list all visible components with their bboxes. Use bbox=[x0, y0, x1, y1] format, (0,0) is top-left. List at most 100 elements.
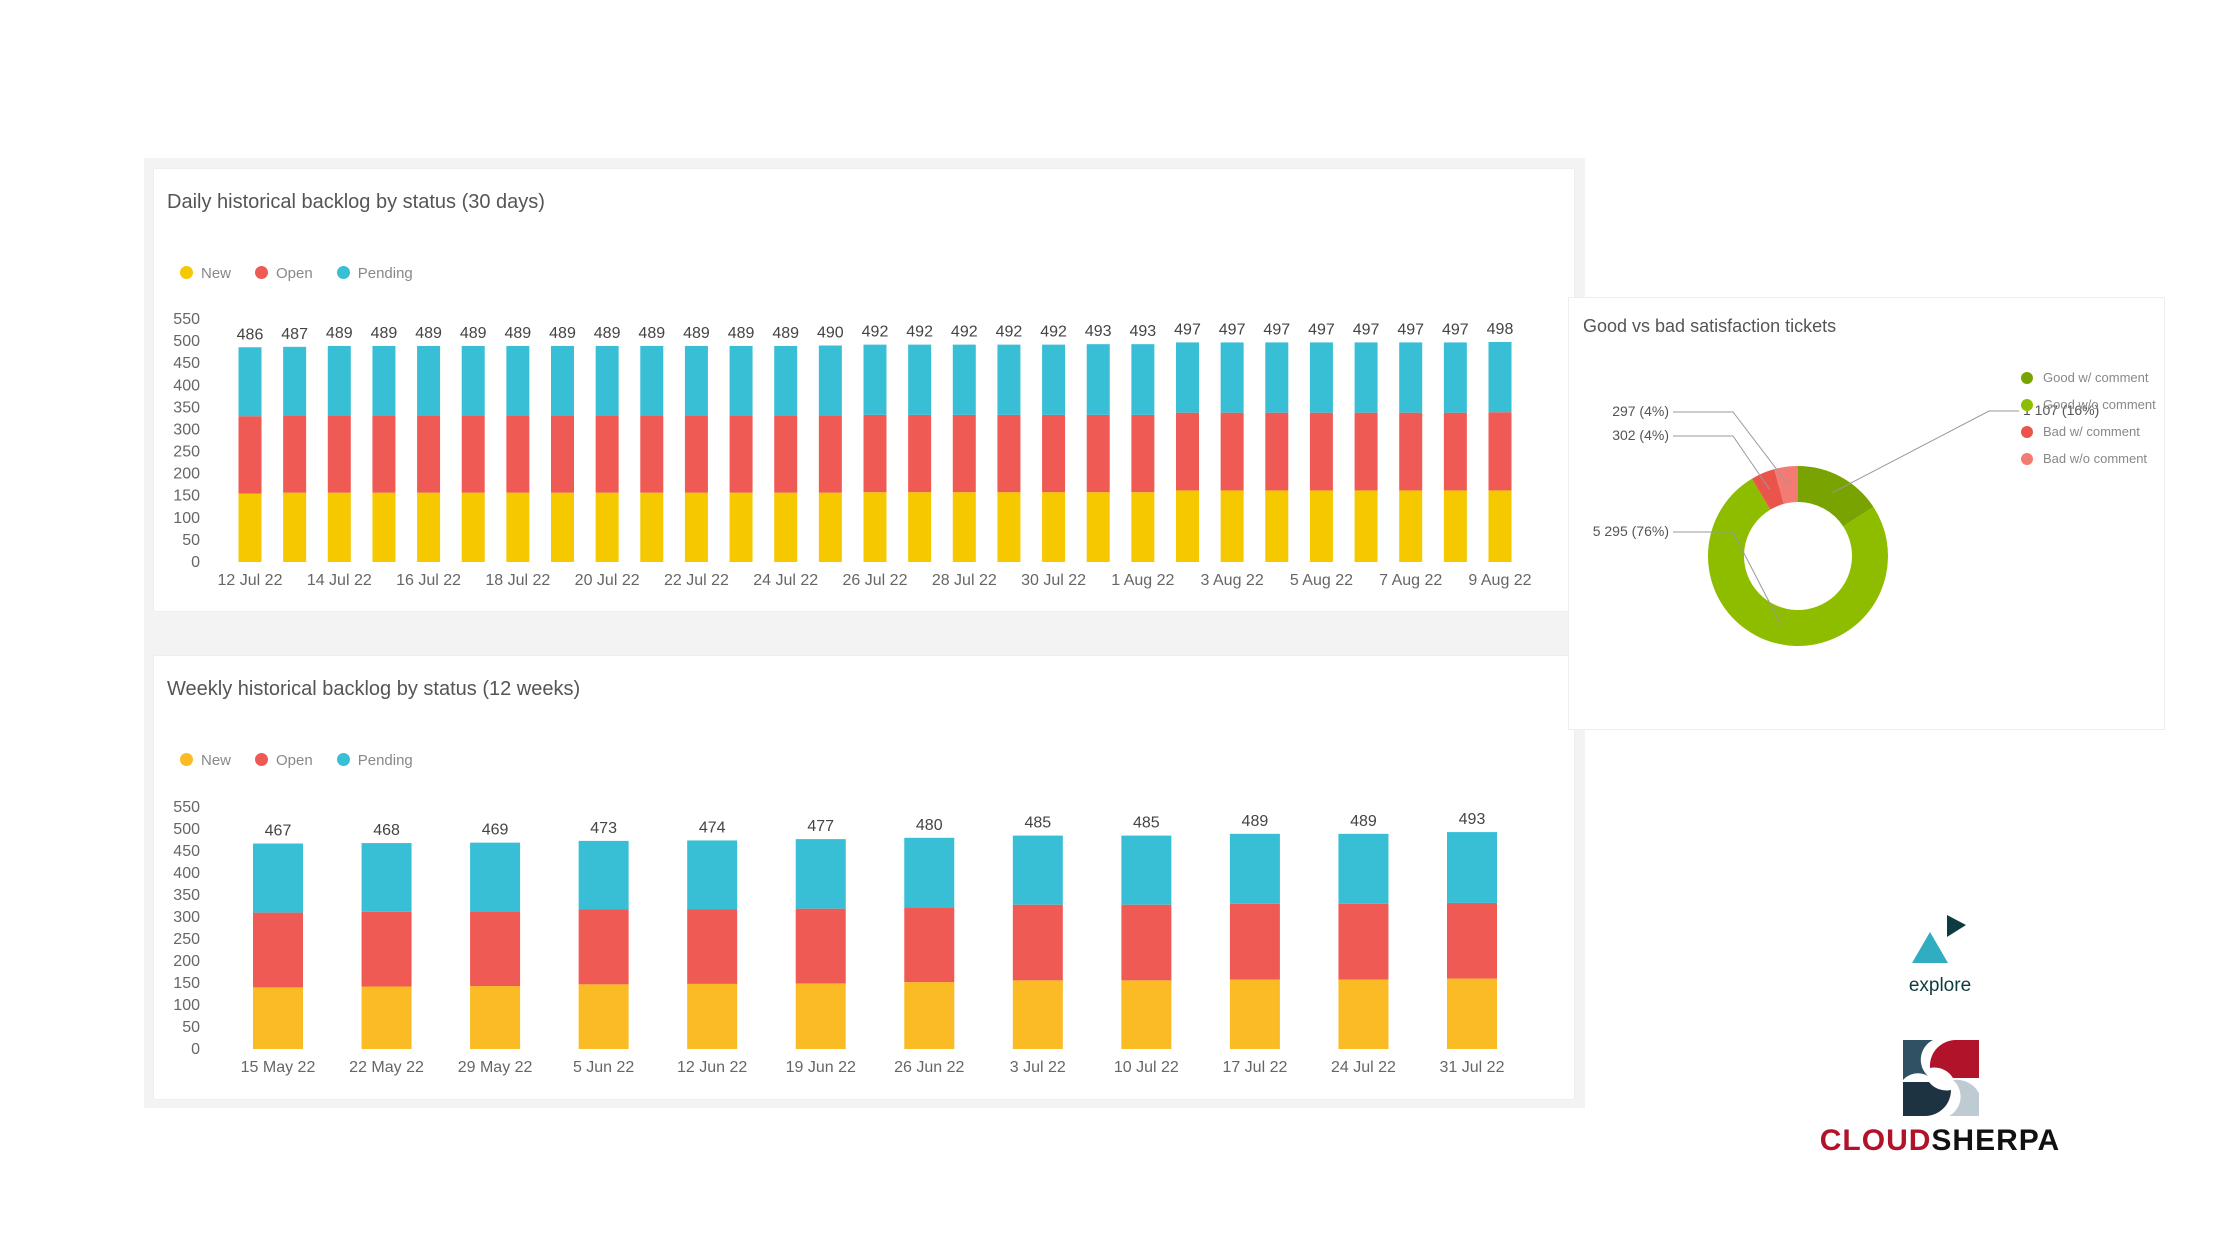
slice-label: 297 (4%) bbox=[1612, 403, 1669, 419]
y-tick-label: 400 bbox=[173, 377, 200, 394]
bar-segment-pending bbox=[417, 345, 441, 416]
bar-total-label: 497 bbox=[1174, 321, 1201, 338]
bar-total-label: 474 bbox=[699, 819, 726, 836]
leader-line bbox=[1832, 410, 2019, 494]
bar-total-label: 468 bbox=[373, 822, 400, 839]
y-tick-label: 150 bbox=[173, 488, 200, 505]
bar-segment-pending bbox=[687, 840, 738, 910]
bar-segment-new bbox=[1309, 490, 1333, 562]
bar-segment-new bbox=[1229, 979, 1280, 1049]
x-tick-label: 31 Jul 22 bbox=[1440, 1059, 1505, 1076]
bar-segment-new bbox=[361, 986, 412, 1049]
x-tick-label: 22 Jul 22 bbox=[664, 572, 729, 589]
bar-segment-pending bbox=[361, 843, 412, 912]
bar-segment-open bbox=[1042, 414, 1066, 493]
weekly-backlog-chart: 0 50 100 150 200 250 300 350 400 450 500 550 467 15 M… bbox=[173, 799, 1505, 1076]
bar-segment-new bbox=[863, 492, 887, 562]
explore-logo: explore bbox=[1890, 910, 1990, 1000]
x-tick-label: 24 Jul 22 bbox=[1331, 1059, 1396, 1076]
bar-segment-new bbox=[904, 982, 955, 1049]
bar-segment-pending bbox=[238, 347, 262, 417]
cloudsherpa-logo-icon bbox=[1903, 1040, 1979, 1116]
bar-total-label: 480 bbox=[916, 817, 943, 834]
bar-segment-pending bbox=[1338, 833, 1389, 904]
dot-icon bbox=[2021, 398, 2033, 411]
bar-segment-new bbox=[1338, 979, 1389, 1049]
bar-segment-pending bbox=[1447, 832, 1497, 903]
weekly-backlog-card: Weekly historical backlog by status (12 … bbox=[153, 655, 1575, 1100]
bar-total-label: 489 bbox=[728, 325, 755, 342]
bar-segment-new bbox=[551, 492, 574, 562]
bar-segment-pending bbox=[1309, 342, 1333, 413]
bar-segment-new bbox=[578, 984, 629, 1049]
y-tick-label: 500 bbox=[173, 821, 200, 838]
bar-segment-open bbox=[1443, 412, 1467, 491]
bar-total-label: 489 bbox=[415, 325, 442, 342]
bar-segment-open bbox=[1265, 412, 1289, 491]
x-tick-label: 16 Jul 22 bbox=[396, 572, 461, 589]
legend-good-without-comment[interactable]: Good w/o comment bbox=[2021, 391, 2156, 418]
bar-segment-pending bbox=[774, 345, 798, 416]
bar-segment-pending bbox=[640, 345, 664, 416]
bar-segment-pending bbox=[1176, 342, 1199, 413]
x-tick-label: 15 May 22 bbox=[241, 1059, 316, 1076]
x-tick-label: 28 Jul 22 bbox=[932, 572, 997, 589]
bar-segment-pending bbox=[818, 345, 842, 416]
bar-segment-pending bbox=[1488, 341, 1512, 413]
bar-segment-new bbox=[506, 492, 530, 562]
bar-segment-open bbox=[506, 415, 530, 493]
y-tick-label: 100 bbox=[173, 510, 200, 527]
satisfaction-donut-chart: 1 107 (16%)5 295 (76%)302 (4%)297 (4%) bbox=[1593, 402, 2099, 646]
bar-segment-pending bbox=[1086, 344, 1110, 415]
x-tick-label: 10 Jul 22 bbox=[1114, 1059, 1179, 1076]
bar-segment-pending bbox=[1354, 342, 1378, 413]
bar-segment-pending bbox=[253, 843, 303, 913]
slice-label: 5 295 (76%) bbox=[1593, 523, 1669, 539]
bar-segment-open bbox=[1354, 412, 1378, 491]
x-tick-label: 3 Jul 22 bbox=[1010, 1059, 1066, 1076]
x-tick-label: 12 Jul 22 bbox=[218, 572, 283, 589]
bar-segment-pending bbox=[506, 345, 530, 416]
bar-total-label: 485 bbox=[1024, 815, 1051, 832]
bar-total-label: 492 bbox=[951, 324, 978, 341]
bar-segment-new bbox=[774, 492, 798, 562]
bar-segment-new bbox=[908, 492, 932, 562]
bar-segment-pending bbox=[729, 345, 753, 416]
explore-logo-text: explore bbox=[1908, 975, 1972, 996]
bar-segment-new bbox=[238, 493, 262, 562]
bar-segment-new bbox=[470, 986, 521, 1049]
bar-segment-pending bbox=[461, 345, 485, 416]
bar-segment-open bbox=[578, 909, 629, 985]
bar-segment-open bbox=[774, 415, 798, 493]
bar-segment-pending bbox=[795, 839, 846, 909]
bar-segment-new bbox=[1086, 492, 1110, 562]
bar-segment-open bbox=[818, 415, 842, 493]
bar-segment-pending bbox=[1012, 835, 1063, 905]
dot-icon bbox=[2021, 371, 2033, 384]
bar-total-label: 493 bbox=[1130, 323, 1157, 340]
bar-segment-open bbox=[417, 415, 441, 493]
bar-segment-open bbox=[327, 415, 351, 493]
bar-segment-pending bbox=[1131, 344, 1155, 415]
x-tick-label: 14 Jul 22 bbox=[307, 572, 372, 589]
x-tick-label: 24 Jul 22 bbox=[753, 572, 818, 589]
bar-total-label: 492 bbox=[996, 324, 1023, 341]
bar-total-label: 492 bbox=[906, 324, 933, 341]
x-tick-label: 18 Jul 22 bbox=[485, 572, 550, 589]
bar-total-label: 489 bbox=[460, 325, 487, 342]
legend-bad-without-comment[interactable]: Bad w/o comment bbox=[2021, 445, 2156, 472]
bar-segment-pending bbox=[1220, 342, 1244, 413]
bar-segment-open bbox=[361, 911, 412, 987]
daily-backlog-card: Daily historical backlog by status (30 d… bbox=[153, 168, 1575, 612]
daily-backlog-chart: 0 50 100 150 200 250 300 350 400 450 500 550 486 12 J… bbox=[173, 311, 1531, 589]
bar-segment-open bbox=[684, 415, 708, 493]
y-tick-label: 550 bbox=[173, 799, 200, 816]
dot-icon bbox=[2021, 452, 2033, 465]
legend-bad-with-comment[interactable]: Bad w/ comment bbox=[2021, 418, 2156, 445]
legend-good-with-comment[interactable]: Good w/ comment bbox=[2021, 364, 2156, 391]
bar-segment-pending bbox=[470, 842, 521, 912]
bar-segment-open bbox=[1488, 412, 1512, 491]
bar-segment-open bbox=[238, 416, 262, 494]
bar-total-label: 497 bbox=[1442, 321, 1469, 338]
bar-segment-open bbox=[283, 415, 307, 493]
